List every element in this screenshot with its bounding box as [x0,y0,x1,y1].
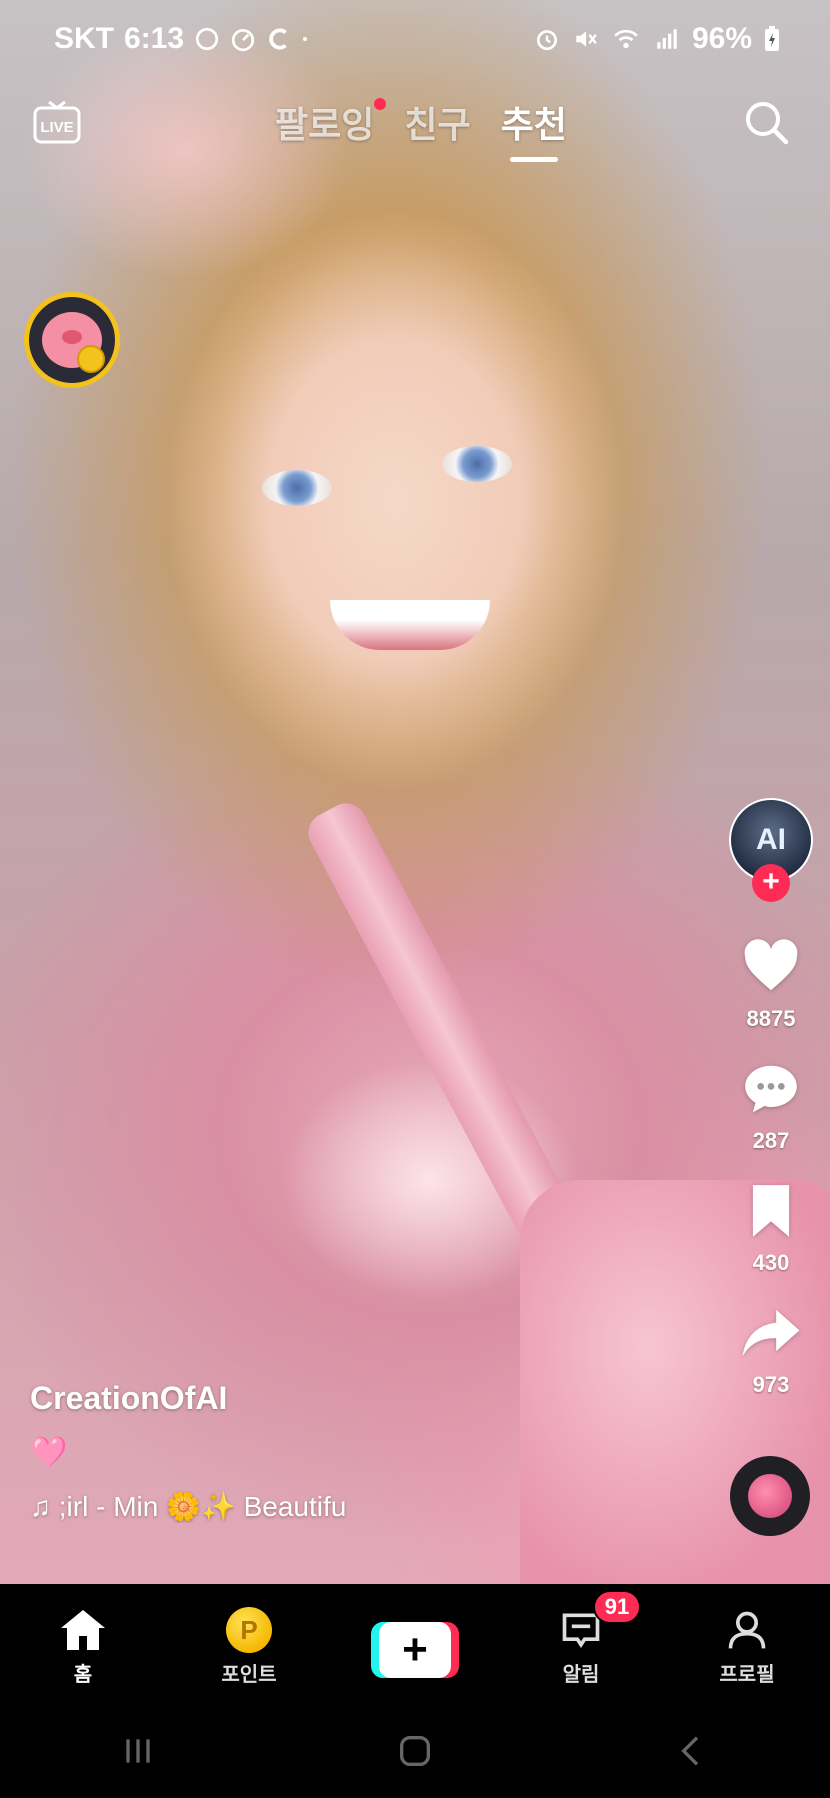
points-coin-icon: P [223,1604,275,1656]
signal-icon [657,29,677,49]
bookmark-action[interactable]: 430 [740,1180,802,1276]
c-app-status-icon [269,28,287,50]
tab-friends-label: 친구 [404,104,471,145]
point-coin-icon [77,345,105,373]
nav-points-label: 포인트 [221,1664,277,1686]
battery-charging-icon [765,26,779,51]
video-content-eye-left [262,470,332,506]
tab-friends[interactable]: 친구 [404,96,470,148]
action-rail: AI + 8875 287 430 973 [724,798,818,1398]
alarm-icon [536,30,557,51]
inbox-badge: 91 [593,1590,641,1624]
video-player[interactable] [0,0,830,1584]
nav-points[interactable]: P 포인트 [166,1584,332,1704]
inbox-icon: 91 [555,1590,641,1656]
create-icon: + [371,1622,459,1678]
status-right: 96% [534,22,780,56]
music-ticker[interactable]: ♫ ;irl - Min 🌼✨ Beautifu [30,1490,400,1523]
speedometer-status-icon [231,28,255,52]
follow-button[interactable]: + [752,864,790,902]
status-left: SKT 6:13 [54,22,314,56]
nav-create[interactable]: + [332,1584,498,1704]
mute-icon [576,31,597,47]
comment-count: 287 [752,1128,790,1153]
nav-home[interactable]: 홈 [0,1584,166,1704]
system-nav-bar [0,1704,830,1798]
creator-avatar-text: AI [756,823,786,856]
comment-icon [745,1065,797,1113]
video-content-eye-right [442,446,512,482]
tab-following[interactable]: 팔로잉 [275,96,387,148]
music-disc[interactable] [730,1456,810,1536]
share-count: 973 [752,1372,790,1397]
music-title: ♫ ;irl - Min 🌼✨ Beautifu [30,1491,347,1522]
video-caption: CreationOfAI 🩷 ♫ ;irl - Min 🌼✨ Beautifu [30,1380,590,1523]
like-count: 8875 [746,1006,796,1031]
profile-icon [721,1604,773,1656]
video-content-smile [330,600,490,650]
bookmark-icon [752,1185,790,1237]
creator-avatar[interactable]: AI + [729,798,813,902]
video-description: 🩷 [30,1436,68,1469]
wifi-icon [614,29,638,49]
search-icon[interactable] [742,98,790,146]
heart-icon [744,939,798,991]
like-action[interactable]: 8875 [740,936,802,1032]
music-cover-icon [748,1474,792,1518]
bottom-nav: 홈 P 포인트 + 91 알림 프로필 [0,1584,830,1704]
tab-for-you[interactable]: 추천 [500,96,567,162]
live-tv-icon[interactable]: LIVE [32,100,82,146]
battery-percent: 96% [691,22,752,55]
comment-action[interactable]: 287 [740,1058,802,1154]
reward-timer-bubble[interactable] [24,292,120,388]
nav-inbox-label: 알림 [562,1664,600,1686]
new-content-dot [374,98,387,110]
share-action[interactable]: 973 [740,1302,802,1398]
tab-following-label: 팔로잉 [275,104,375,145]
carrier-label: SKT [54,22,114,55]
active-tab-indicator [509,157,558,162]
bookmark-count: 430 [752,1250,790,1275]
nav-profile-label: 프로필 [719,1664,775,1686]
dot-status-icon [303,37,308,41]
tab-for-you-label: 추천 [500,104,567,145]
nav-home-label: 홈 [73,1664,93,1686]
live-label: LIVE [40,119,73,136]
back-icon[interactable] [672,1731,712,1771]
home-button-icon[interactable] [395,1731,435,1771]
feed-tabs: 팔로잉 친구 추천 [275,96,567,162]
creator-username[interactable]: CreationOfAI [30,1380,590,1417]
share-arrow-icon [742,1309,800,1357]
clock: 6:13 [124,22,185,55]
recent-apps-icon[interactable] [118,1731,158,1771]
nav-profile[interactable]: 프로필 [664,1584,830,1704]
nav-inbox[interactable]: 91 알림 [498,1584,664,1704]
chat-bubble-status-icon [195,27,219,51]
home-icon [57,1604,109,1656]
status-bar: SKT 6:13 96% [0,0,830,80]
